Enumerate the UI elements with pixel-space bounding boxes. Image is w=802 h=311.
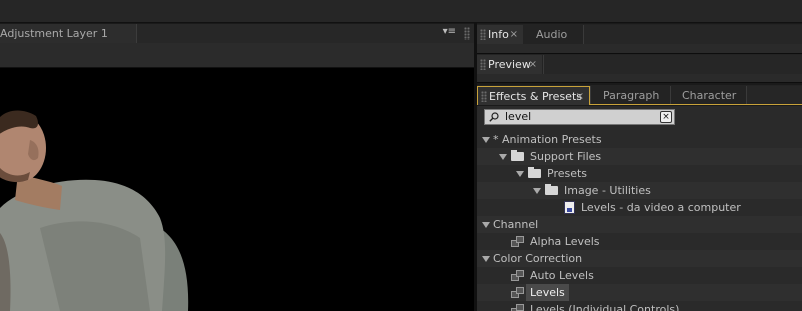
divider <box>477 82 802 83</box>
tab-row-fill <box>746 86 802 105</box>
tab-character[interactable]: Character <box>670 86 746 105</box>
panel-grip-icon[interactable] <box>464 27 470 40</box>
expand-triangle-icon[interactable] <box>482 222 490 228</box>
close-icon[interactable]: × <box>576 87 584 106</box>
search-icon <box>489 112 499 122</box>
tree-item-label: Color Correction <box>493 252 583 265</box>
tree-item-channel[interactable]: Channel <box>477 216 802 233</box>
effects-presets-panel: level × * Animation Presets Support File… <box>477 106 802 311</box>
close-icon[interactable]: × <box>529 55 537 74</box>
effect-icon <box>511 304 524 311</box>
tab-preview[interactable]: Preview × <box>477 55 542 74</box>
tab-preview-label: Preview <box>488 58 531 71</box>
expand-triangle-icon[interactable] <box>482 137 490 143</box>
expand-triangle-icon[interactable] <box>499 154 507 160</box>
expand-triangle-icon[interactable] <box>482 256 490 262</box>
search-value: level <box>505 110 532 123</box>
folder-icon <box>528 167 541 178</box>
tree-item-label: Auto Levels <box>530 269 594 282</box>
composition-viewer[interactable] <box>0 68 474 311</box>
tree-item-label: Presets <box>547 167 588 180</box>
tree-item-label: Channel <box>493 218 539 231</box>
effect-icon <box>511 287 524 298</box>
close-icon[interactable]: × <box>510 25 518 44</box>
character-render-image <box>0 110 189 311</box>
clear-search-button[interactable]: × <box>660 111 672 123</box>
viewer-tab-adjustment-layer[interactable]: Adjustment Layer 1 <box>0 24 137 43</box>
tree-item-label: Levels - da video a computer <box>581 201 741 214</box>
tab-row-underline <box>590 104 802 105</box>
info-panel-body <box>477 44 802 53</box>
tab-row-fill <box>543 55 802 74</box>
expand-triangle-icon[interactable] <box>533 188 541 194</box>
preset-file-icon <box>564 201 575 214</box>
effects-search-input[interactable]: level × <box>484 109 675 125</box>
tab-grip-icon[interactable] <box>481 91 487 102</box>
viewer-tab-label: Adjustment Layer 1 <box>0 27 108 40</box>
tree-item-label: Support Files <box>530 150 602 163</box>
tab-character-label: Character <box>682 89 737 102</box>
viewer-toolbar-strip <box>0 43 474 68</box>
tab-audio[interactable]: Audio <box>525 25 583 44</box>
tab-audio-label: Audio <box>536 28 568 41</box>
tree-item-label: Levels <box>526 284 569 301</box>
panel-menu-icon[interactable]: ▾≡ <box>443 26 456 37</box>
info-tab-row: Info × Audio <box>477 24 802 44</box>
tree-item-alpha-levels[interactable]: Alpha Levels <box>477 233 802 250</box>
tab-effects-presets[interactable]: Effects & Presets × <box>477 86 590 105</box>
tab-grip-icon[interactable] <box>480 29 486 40</box>
tree-item-label: * Animation Presets <box>493 133 602 146</box>
tree-item-levels-individual[interactable]: Levels (Individual Controls) <box>477 301 802 311</box>
tree-item-label: Levels (Individual Controls) <box>530 303 680 311</box>
tab-grip-icon[interactable] <box>480 59 486 70</box>
tree-item-label: Image - Utilities <box>564 184 651 197</box>
folder-icon <box>511 150 524 161</box>
preview-tab-row: Preview × <box>477 54 802 74</box>
tree-item-auto-levels[interactable]: Auto Levels <box>477 267 802 284</box>
tree-item-color-correction[interactable]: Color Correction <box>477 250 802 267</box>
tree-item-presets[interactable]: Presets <box>477 165 802 182</box>
folder-icon <box>545 184 558 195</box>
tab-effects-presets-label: Effects & Presets <box>489 90 582 103</box>
tree-item-label: Alpha Levels <box>530 235 600 248</box>
viewer-tab-fill <box>137 24 474 43</box>
tab-paragraph-label: Paragraph <box>603 89 660 102</box>
tab-paragraph[interactable]: Paragraph <box>590 86 670 105</box>
tab-info[interactable]: Info × <box>477 25 523 44</box>
expand-triangle-icon[interactable] <box>516 171 524 177</box>
tree-item-levels[interactable]: Levels <box>477 284 802 301</box>
preview-panel-body <box>477 74 802 82</box>
effect-icon <box>511 270 524 281</box>
tab-row-fill <box>583 25 802 44</box>
tree-item-animation-presets[interactable]: * Animation Presets <box>477 131 802 148</box>
tree-item-image-utilities[interactable]: Image - Utilities <box>477 182 802 199</box>
effects-tab-row: Effects & Presets × Paragraph Character <box>477 85 802 105</box>
viewer-tab-row: Adjustment Layer 1 ▾≡ <box>0 24 474 43</box>
tree-item-support-files[interactable]: Support Files <box>477 148 802 165</box>
application-top-bar <box>0 0 802 23</box>
tree-item-levels-preset[interactable]: Levels - da video a computer <box>477 199 802 216</box>
tab-info-label: Info <box>488 28 509 41</box>
effect-icon <box>511 236 524 247</box>
